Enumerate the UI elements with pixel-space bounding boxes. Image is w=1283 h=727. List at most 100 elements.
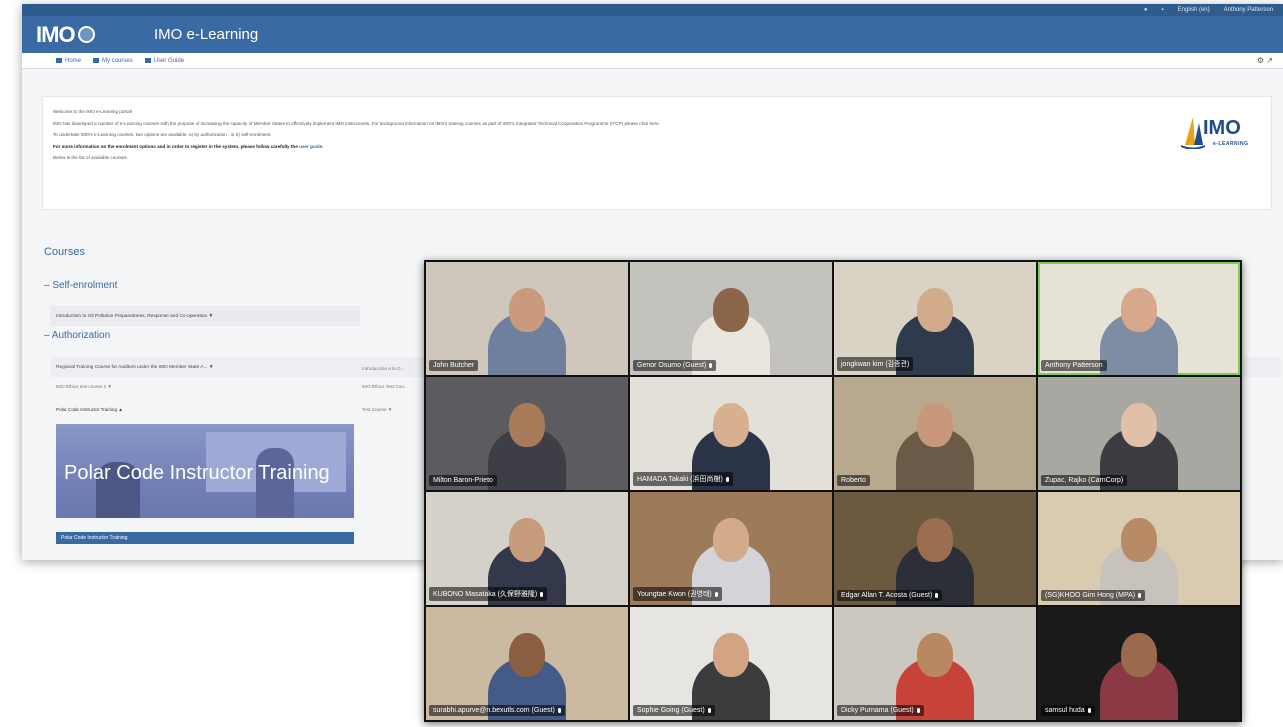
participant-tile[interactable]: Anthony Patterson	[1038, 262, 1240, 375]
course-test-course[interactable]: Test Course ▼	[362, 407, 392, 412]
participant-tile[interactable]: surabhi.apurve@n.bexutls.com (Guest)	[426, 607, 628, 720]
nav-user-guide[interactable]: User Guide	[144, 58, 184, 64]
participant-name: surabhi.apurve@n.bexutls.com (Guest)	[433, 707, 555, 714]
mic-muted-icon	[935, 592, 939, 598]
participant-name: Youngtae Kwon (권영태)	[637, 591, 712, 598]
participant-name-label: (SG)KHOO Gim Hong (MPA)	[1041, 590, 1146, 601]
participant-tile[interactable]: KUBONO Masataka (久保野雅隆)	[426, 492, 628, 605]
participant-name-label: KUBONO Masataka (久保野雅隆)	[429, 587, 548, 601]
course-banner-title: Polar Code Instructor Training	[64, 462, 330, 484]
imo-logo[interactable]: IMO	[36, 22, 104, 47]
participant-grid: John Butcher Genor Osumo (Guest) jongkwan …	[426, 262, 1240, 720]
participant-name: KUBONO Masataka (久保野雅隆)	[433, 591, 538, 598]
mic-muted-icon	[707, 707, 711, 713]
participant-head	[917, 633, 953, 677]
participant-name-label: Dicky Purnama (Guest)	[837, 705, 924, 716]
mic-muted-icon	[1138, 592, 1142, 598]
participant-name: Anthony Patterson	[1045, 362, 1103, 369]
participant-head	[509, 633, 545, 677]
nav-home[interactable]: Home	[56, 58, 81, 64]
welcome-line-4-text: For more information on the enrolment op…	[53, 143, 298, 149]
participant-name: Roberto	[841, 477, 866, 484]
participant-name: Zupac, Rajko (CarnCorp)	[1045, 477, 1124, 484]
participant-head	[509, 403, 545, 447]
language-menu[interactable]: English (en)	[1178, 7, 1210, 13]
user-guide-link[interactable]: user guide.	[299, 144, 324, 149]
course-polar-code[interactable]: Polar Code Instructor Training ▲	[56, 407, 123, 412]
participant-head	[509, 518, 545, 562]
participant-tile[interactable]: HAMADA Takaki (浜田尚樹)	[630, 377, 832, 490]
settings-gear-icon[interactable]: ⚙ ↗	[1257, 56, 1273, 65]
participant-head	[713, 633, 749, 677]
participant-name-label: jongkwan kim (김종관)	[837, 357, 914, 371]
message-icon[interactable]: ▪	[1161, 7, 1163, 13]
participant-name-label: John Butcher	[429, 360, 479, 371]
participant-tile[interactable]: Genor Osumo (Guest)	[630, 262, 832, 375]
participant-name: samsul huda	[1045, 707, 1085, 714]
participant-name: HAMADA Takaki (浜田尚樹)	[637, 476, 723, 483]
course-title: Test Course	[362, 407, 387, 412]
participant-tile[interactable]: Zupac, Rajko (CarnCorp)	[1038, 377, 1240, 490]
participant-head	[917, 403, 953, 447]
welcome-line-2: IMO has developed a number of e-Learning…	[53, 120, 660, 126]
participant-tile[interactable]: (SG)KHOO Gim Hong (MPA)	[1038, 492, 1240, 605]
category-self-enrolment-label: Self-enrolment	[52, 280, 118, 291]
welcome-line-3: To undertake IMO's e-Learning courses, t…	[53, 132, 272, 137]
screenshot-stage: ● ▪ English (en) Anthony Patterson IMO I…	[0, 0, 1283, 727]
participant-name-label: Edgar Allan T. Acosta (Guest)	[837, 590, 943, 601]
courses-heading: Courses	[44, 246, 85, 258]
participant-name-label: Youngtae Kwon (권영태)	[633, 587, 722, 601]
participant-name-label: Genor Osumo (Guest)	[633, 360, 717, 371]
participant-name-label: Milton Baron-Prieto	[429, 475, 497, 486]
imo-elearning-logo: IMO e-LEARNING	[1181, 113, 1261, 153]
participant-name: John Butcher	[433, 362, 475, 369]
participant-head	[1121, 403, 1157, 447]
category-self-enrolment[interactable]: – Self-enrolment	[44, 280, 117, 291]
participant-tile[interactable]: Dicky Purnama (Guest)	[834, 607, 1036, 720]
course-banner-image: Polar Code Instructor Training	[56, 424, 354, 518]
participant-name-label: surabhi.apurve@n.bexutls.com (Guest)	[429, 705, 565, 716]
welcome-line-5: Below is the list of available courses.	[53, 155, 128, 160]
participant-tile[interactable]: John Butcher	[426, 262, 628, 375]
guide-icon	[144, 58, 151, 63]
participant-head	[713, 288, 749, 332]
participant-name: Edgar Allan T. Acosta (Guest)	[841, 592, 933, 599]
site-title[interactable]: IMO e-Learning	[154, 26, 258, 43]
user-menu[interactable]: Anthony Patterson	[1224, 7, 1273, 13]
course-card-footer[interactable]: Polar Code Instructor Training	[56, 532, 354, 544]
course-ethics-test-2[interactable]: IMO Ethics test course 2 ▼	[56, 384, 112, 389]
participant-name: Genor Osumo (Guest)	[637, 362, 707, 369]
participant-name-label: samsul huda	[1041, 705, 1095, 716]
participant-tile[interactable]: Sophie Going (Guest)	[630, 607, 832, 720]
welcome-block: Welcome to the IMO e-Learning portal! IM…	[42, 96, 1272, 210]
participant-tile[interactable]: Youngtae Kwon (권영태)	[630, 492, 832, 605]
course-ethics-test[interactable]: IMO Ethics Test Cou...	[362, 384, 408, 389]
participant-name-label: Sophie Going (Guest)	[633, 705, 715, 716]
course-introduccion[interactable]: Introducción a la O...	[362, 366, 404, 371]
participant-tile[interactable]: Roberto	[834, 377, 1036, 490]
participant-tile[interactable]: samsul huda	[1038, 607, 1240, 720]
course-oil-pollution[interactable]: Introduction to Oil Pollution Preparedne…	[50, 306, 360, 326]
category-authorization-label: Authorization	[51, 330, 111, 341]
participant-head	[713, 403, 749, 447]
nav-my-courses[interactable]: My courses	[93, 58, 133, 64]
course-title: Introduction to Oil Pollution Preparedne…	[56, 313, 208, 319]
participant-head	[713, 518, 749, 562]
participant-tile[interactable]: jongkwan kim (김종관)	[834, 262, 1036, 375]
participant-name: (SG)KHOO Gim Hong (MPA)	[1045, 592, 1136, 599]
participant-name: Dicky Purnama (Guest)	[841, 707, 914, 714]
polar-code-course-card[interactable]: Polar Code Instructor Training Polar Cod…	[56, 424, 354, 546]
participant-tile[interactable]: Edgar Allan T. Acosta (Guest)	[834, 492, 1036, 605]
participant-head	[917, 288, 953, 332]
participant-head	[1121, 288, 1157, 332]
participant-tile[interactable]: Milton Baron-Prieto	[426, 377, 628, 490]
participant-head	[917, 518, 953, 562]
notification-icon[interactable]: ●	[1144, 7, 1148, 13]
participant-name-label: Zupac, Rajko (CarnCorp)	[1041, 475, 1128, 486]
category-authorization[interactable]: – Authorization	[44, 330, 110, 341]
participant-name: Sophie Going (Guest)	[637, 707, 705, 714]
mic-muted-icon	[916, 707, 920, 713]
nav-my-courses-label: My courses	[102, 57, 133, 64]
participant-head	[1121, 518, 1157, 562]
mic-muted-icon	[714, 591, 718, 597]
